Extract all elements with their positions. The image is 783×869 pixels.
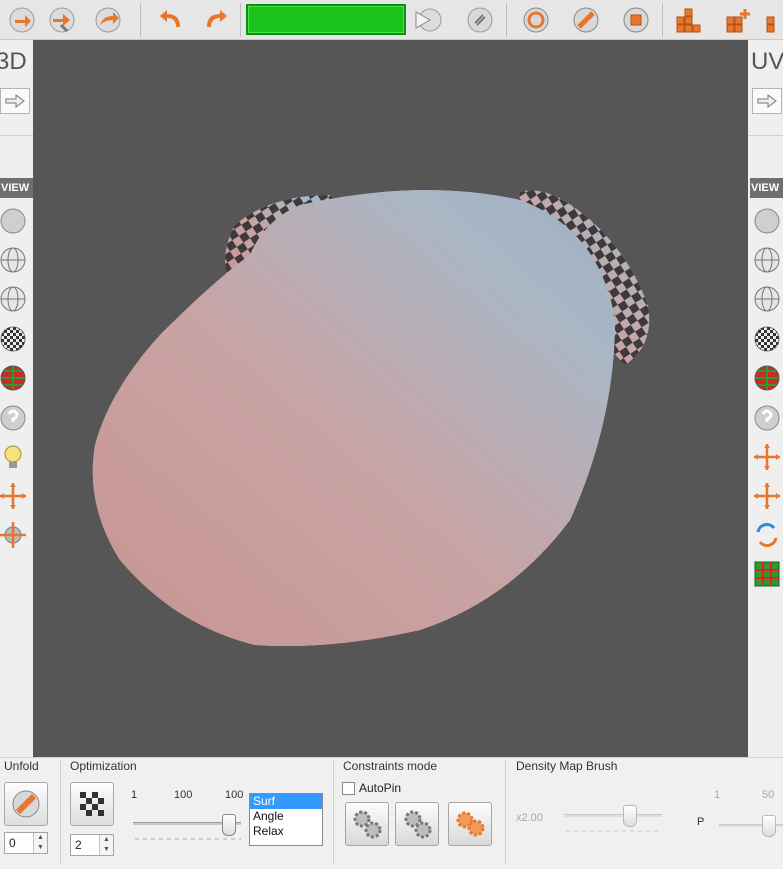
panel-divider (0, 135, 33, 136)
help-sphere-icon[interactable] (752, 403, 782, 433)
wire-sphere-icon[interactable] (0, 284, 28, 314)
constraint-gears-active-button[interactable] (448, 802, 492, 846)
redo-arrow-icon[interactable] (92, 4, 124, 36)
grid-icon[interactable] (672, 4, 704, 36)
optimization-mode-list[interactable]: Surf Angle Relax (249, 793, 323, 846)
help-sphere-icon[interactable] (0, 403, 28, 433)
optimize-button[interactable] (70, 782, 114, 826)
panel-title-3d: 3D (0, 48, 27, 75)
density-slider-track (564, 814, 662, 817)
toolbar-separator (662, 3, 663, 37)
panel-divider (748, 135, 783, 136)
checker-sphere-icon[interactable] (752, 324, 782, 354)
slider-ticks (564, 830, 662, 832)
constraint-gears-button[interactable] (345, 802, 389, 846)
unfold-icon (12, 790, 40, 818)
toolbar-separator (140, 3, 141, 37)
view-header-3d: VIEW (0, 178, 33, 198)
wire-sphere-icon[interactable] (752, 284, 782, 314)
sphere-icon[interactable] (0, 206, 28, 236)
move-arrows-icon[interactable] (0, 481, 28, 511)
constraints-mode-label: Constraints mode (343, 759, 438, 773)
list-item-relax[interactable]: Relax (250, 824, 322, 839)
main-toolbar (0, 0, 783, 40)
density-scale-label: x2.00 (516, 812, 543, 824)
slider-tick: 50 (762, 789, 775, 801)
arrow-right-icon[interactable] (0, 88, 30, 114)
group-divider (505, 760, 506, 864)
move-arrows-icon[interactable] (752, 481, 782, 511)
spin-arrows-icon[interactable]: ▲ ▼ (33, 833, 47, 853)
constraint-gears-button[interactable] (395, 802, 439, 846)
optimization-slider-thumb[interactable] (222, 814, 236, 836)
slider-tick: 100 (225, 789, 244, 801)
colored-grid-sphere-icon[interactable] (752, 363, 782, 393)
gears-icon (353, 810, 382, 839)
density-p-label: P (697, 816, 705, 828)
redo-icon[interactable] (200, 4, 232, 36)
lightbulb-icon[interactable] (0, 442, 28, 472)
play-icon[interactable] (412, 4, 444, 36)
square-stop-icon[interactable] (620, 4, 652, 36)
panel-title-uv: UV (751, 48, 783, 75)
group-divider (60, 760, 61, 864)
toolbar-separator (506, 3, 507, 37)
unfold-label: Unfold (4, 759, 39, 773)
grid-add-icon[interactable] (722, 4, 754, 36)
unfold-iterations-value: 0 (9, 836, 16, 850)
autopin-label: AutoPin (359, 781, 402, 795)
undo-arrow-icon[interactable] (6, 4, 38, 36)
list-item-surf[interactable]: Surf (250, 794, 322, 809)
checker-icon (80, 792, 104, 816)
view-header-uv: VIEW (750, 178, 783, 198)
optimization-iterations-stepper[interactable]: 2 ▲ ▼ (70, 834, 114, 856)
autopin-checkbox-box[interactable] (342, 781, 355, 795)
unfold-iterations-stepper[interactable]: 0 ▲ ▼ (4, 832, 48, 854)
density-p-slider-thumb[interactable] (762, 815, 776, 837)
move-rotate-icon[interactable] (0, 520, 28, 550)
progress-bar (246, 4, 406, 35)
slider-ticks (133, 838, 241, 840)
gears-orange-icon (456, 811, 485, 837)
list-item-angle[interactable]: Angle (250, 809, 322, 824)
undo-brush-icon[interactable] (46, 4, 78, 36)
stop-icon[interactable] (464, 4, 496, 36)
bottom-tool-panel: Unfold 0 ▲ ▼ Optimization 2 ▲ ▼ 1 100 100 … (0, 757, 783, 869)
sphere-icon[interactable] (752, 206, 782, 236)
3d-viewport[interactable] (33, 40, 748, 757)
slider-tick: 1 (131, 789, 138, 801)
toolbar-separator (240, 3, 241, 37)
slider-tick: 1 (714, 789, 721, 801)
uv-panel: UV VIEW (748, 40, 783, 757)
density-slider-thumb[interactable] (623, 805, 637, 827)
3d-panel: 3D VIEW (0, 40, 33, 757)
unfold-button[interactable] (4, 782, 48, 826)
arrow-right-icon[interactable] (752, 88, 782, 114)
colored-grid-sphere-icon[interactable] (0, 363, 28, 393)
move-arrows-icon[interactable] (752, 442, 782, 472)
slider-tick: 100 (174, 789, 193, 801)
checker-sphere-icon[interactable] (0, 324, 28, 354)
density-map-brush-label: Density Map Brush (516, 759, 618, 773)
optimization-iterations-value: 2 (75, 838, 82, 852)
undo-icon[interactable] (155, 4, 187, 36)
wire-sphere-icon[interactable] (752, 245, 782, 275)
optimization-label: Optimization (70, 759, 137, 773)
gears-icon (404, 810, 432, 839)
circle-a-icon[interactable] (520, 4, 552, 36)
checkered-vase-model[interactable] (33, 40, 748, 757)
grid-edit-icon[interactable] (764, 4, 783, 36)
autopin-checkbox[interactable]: AutoPin (342, 781, 401, 795)
brush-slash-icon[interactable] (570, 4, 602, 36)
spin-arrows-icon[interactable]: ▲ ▼ (99, 835, 113, 855)
group-divider (333, 760, 334, 864)
grid-icon[interactable] (752, 559, 782, 589)
wire-sphere-icon[interactable] (0, 245, 28, 275)
2d-3d-swap-icon[interactable] (752, 520, 782, 550)
